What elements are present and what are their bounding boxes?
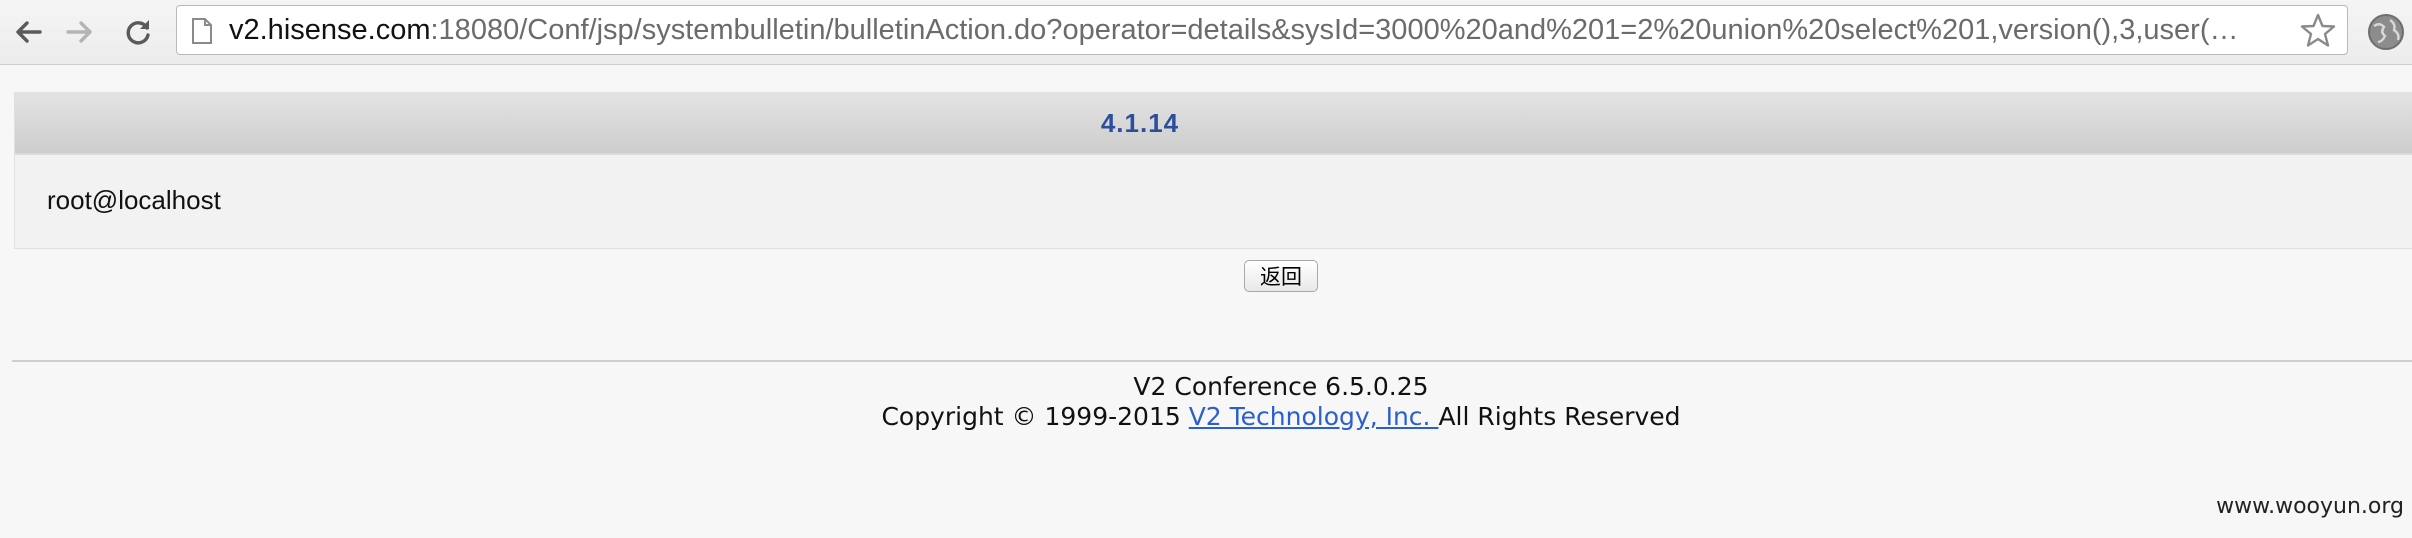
reload-icon xyxy=(126,20,150,45)
bulletin-body: root@localhost xyxy=(47,185,221,215)
url-text[interactable]: v2.hisense.com:18080/Conf/jsp/systembull… xyxy=(229,6,2277,54)
url-host: v2.hisense.com xyxy=(229,14,431,46)
globe-icon[interactable] xyxy=(2366,12,2406,57)
arrow-right-icon xyxy=(66,21,92,43)
bulletin-header: 4.1.14 xyxy=(15,93,2412,155)
arrow-left-icon xyxy=(16,21,42,43)
watermark: www.wooyun.org xyxy=(2216,494,2404,519)
footer: V2 Conference 6.5.0.25 Copyright © 1999-… xyxy=(0,372,2412,432)
back-button[interactable] xyxy=(6,10,50,54)
back-page-button[interactable]: 返回 xyxy=(1244,260,1318,292)
browser-toolbar: v2.hisense.com:18080/Conf/jsp/systembull… xyxy=(0,0,2412,65)
company-link[interactable]: V2 Technology, Inc. xyxy=(1189,402,1439,431)
reload-button[interactable] xyxy=(116,10,160,54)
bulletin-panel: 4.1.14 root@localhost xyxy=(14,92,2412,249)
bulletin-title: 4.1.14 xyxy=(1100,107,1180,138)
copyright-line: Copyright © 1999-2015 V2 Technology, Inc… xyxy=(0,402,2412,432)
address-bar[interactable]: v2.hisense.com:18080/Conf/jsp/systembull… xyxy=(176,5,2348,55)
star-icon[interactable] xyxy=(2299,12,2337,54)
footer-divider xyxy=(12,360,2412,362)
product-version: V2 Conference 6.5.0.25 xyxy=(1133,372,1429,401)
url-path: :18080/Conf/jsp/systembulletin/bulletinA… xyxy=(430,14,2239,46)
page-icon xyxy=(191,17,213,50)
forward-button[interactable] xyxy=(58,10,102,54)
copyright-suffix: All Rights Reserved xyxy=(1438,402,1681,431)
copyright-prefix: Copyright © 1999-2015 xyxy=(881,402,1189,431)
